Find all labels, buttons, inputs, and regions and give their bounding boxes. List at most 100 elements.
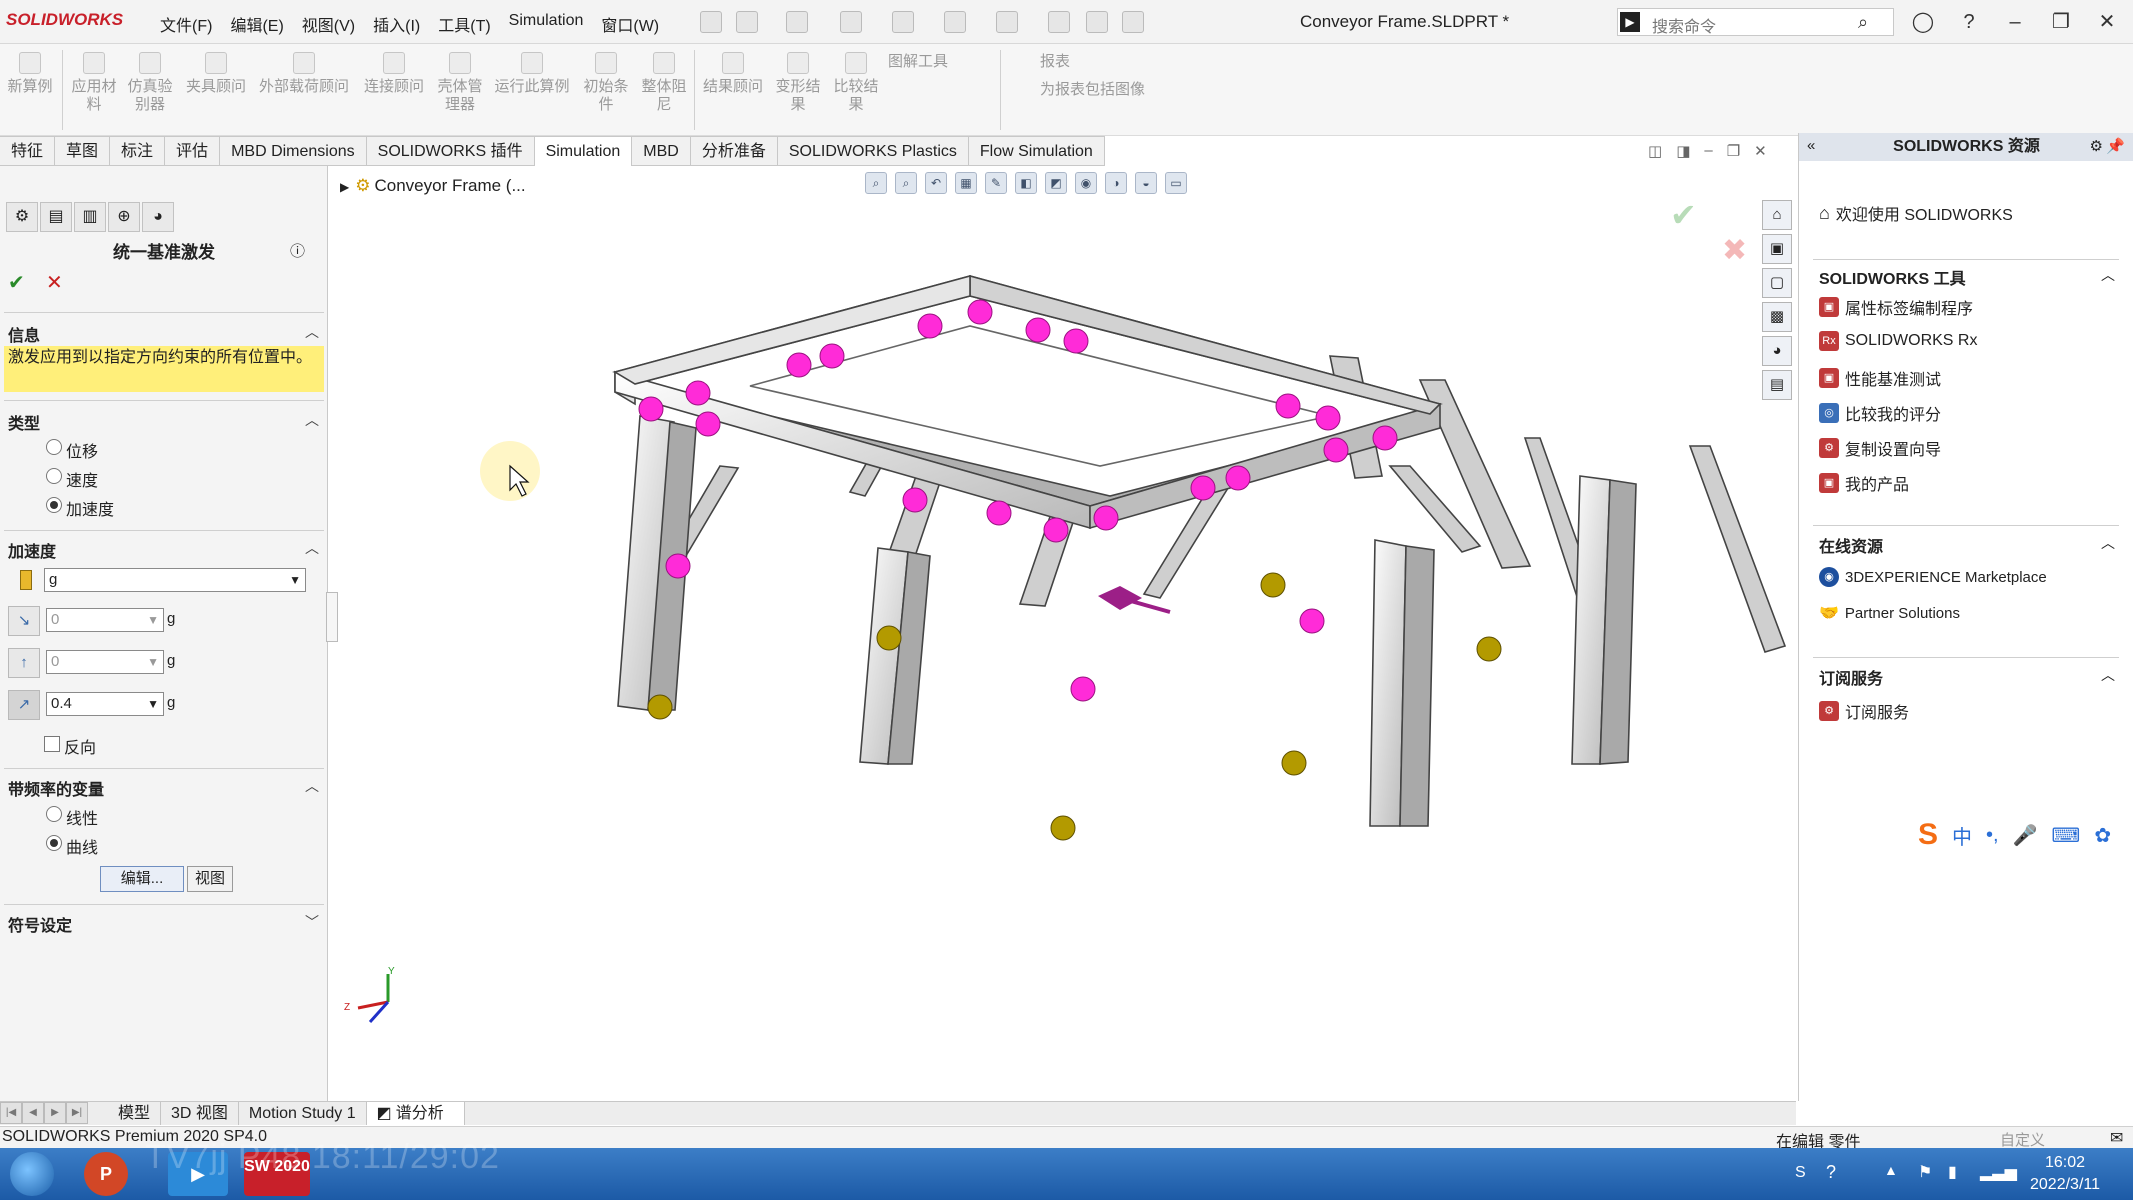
show-hidden-icons[interactable]: ▲ bbox=[1884, 1162, 1898, 1178]
view-palette-icon[interactable]: ▩ bbox=[1762, 302, 1792, 332]
new-document-icon[interactable] bbox=[736, 11, 758, 33]
tab-analysis-prep[interactable]: 分析准备 bbox=[690, 136, 778, 166]
symbol-settings-header[interactable]: 符号设定 bbox=[8, 912, 72, 936]
ime-chinese-mode-icon[interactable]: 中 bbox=[1952, 821, 1972, 850]
collapse-pane-icon[interactable]: « bbox=[1807, 137, 1815, 154]
3dexperience-marketplace-link[interactable]: ◉ 3DEXPERIENCE Marketplace bbox=[1819, 567, 2047, 587]
ok-check-icon[interactable]: ✔ bbox=[8, 270, 25, 295]
help-icon[interactable]: ? bbox=[1954, 8, 1984, 36]
tab-evaluate[interactable]: 评估 bbox=[165, 136, 221, 166]
panel-splitter-handle[interactable] bbox=[326, 592, 338, 642]
network-icon[interactable]: ▂▃▅ bbox=[1980, 1162, 2017, 1182]
copy-settings-wizard-link[interactable]: ⚙ 复制设置向导 bbox=[1819, 436, 1941, 460]
plot-tools-button[interactable]: 图解工具 bbox=[888, 50, 948, 71]
property-manager-icon[interactable]: ▤ bbox=[40, 202, 72, 232]
collapse-chevron-icon[interactable]: ︿ bbox=[305, 322, 319, 342]
tab-motion-study[interactable]: Motion Study 1 bbox=[239, 1102, 367, 1125]
file-properties-icon[interactable] bbox=[1086, 11, 1108, 33]
include-image-button[interactable]: 为报表包括图像 bbox=[1012, 78, 1145, 99]
partner-solutions-link[interactable]: 🤝 Partner Solutions bbox=[1819, 603, 1960, 623]
menu-simulation[interactable]: Simulation bbox=[509, 12, 584, 36]
feature-manager-icon[interactable]: ⚙ bbox=[6, 202, 38, 232]
my-products-link[interactable]: ▣ 我的产品 bbox=[1819, 471, 1909, 495]
collapse-chevron-icon[interactable]: ︿ bbox=[2101, 533, 2115, 553]
tab-simulation[interactable]: Simulation bbox=[534, 136, 633, 166]
minimize-button[interactable]: – bbox=[2000, 8, 2030, 36]
shell-manager-button[interactable]: 壳体管理器 bbox=[432, 52, 488, 114]
feature-tree-root[interactable]: ▶ ⚙ Conveyor Frame (... bbox=[340, 176, 526, 196]
cancel-x-icon[interactable]: ✕ bbox=[46, 270, 63, 295]
apply-material-button[interactable]: 应用材料 bbox=[66, 52, 122, 114]
viewport-split-icon[interactable]: ◫ bbox=[1648, 142, 1662, 160]
compare-score-link[interactable]: ◎ 比较我的评分 bbox=[1819, 401, 1941, 425]
direction-3-icon[interactable]: ↗ bbox=[8, 690, 40, 720]
radio-displacement[interactable] bbox=[46, 439, 62, 455]
pin-icon[interactable]: 📌 bbox=[2106, 137, 2125, 155]
tab-spectrum-analysis[interactable]: ◩ 谱分析 bbox=[366, 1102, 465, 1125]
menu-file[interactable]: 文件(F) bbox=[160, 12, 212, 36]
dynamic-annotation-icon[interactable]: ✎ bbox=[985, 172, 1007, 194]
last-tab-icon[interactable]: ▶| bbox=[66, 1102, 88, 1124]
print-icon[interactable] bbox=[892, 11, 914, 33]
restore-button[interactable]: ❐ bbox=[2046, 8, 2076, 36]
hide-show-items-icon[interactable]: ◉ bbox=[1075, 172, 1097, 194]
menu-view[interactable]: 视图(V) bbox=[302, 12, 355, 36]
ime-microphone-icon[interactable]: 🎤 bbox=[2013, 823, 2038, 848]
undo-icon[interactable] bbox=[944, 11, 966, 33]
configuration-manager-icon[interactable]: ▥ bbox=[74, 202, 106, 232]
subscription-services-link[interactable]: ⚙ 订阅服务 bbox=[1819, 699, 1909, 723]
compare-results-button[interactable]: 比较结果 bbox=[828, 52, 884, 114]
solidworks-rx-link[interactable]: Rx SOLIDWORKS Rx bbox=[1819, 331, 1977, 351]
sogou-tray-icon[interactable]: S bbox=[1795, 1164, 1806, 1182]
view-settings-icon[interactable]: ▭ bbox=[1165, 172, 1187, 194]
welcome-link[interactable]: ⌂ 欢迎使用 SOLIDWORKS bbox=[1819, 201, 2013, 225]
pane-options-gear-icon[interactable]: ⚙ bbox=[2090, 137, 2103, 155]
radio-velocity[interactable] bbox=[46, 468, 62, 484]
results-advisor-button[interactable]: 结果顾问 bbox=[700, 52, 766, 96]
tab-flow-simulation[interactable]: Flow Simulation bbox=[968, 136, 1105, 166]
viewport-minimize-icon[interactable]: – bbox=[1704, 142, 1712, 160]
run-study-button[interactable]: 运行此算例 bbox=[492, 52, 572, 96]
initial-conditions-button[interactable]: 初始条件 bbox=[578, 52, 634, 114]
direction-1-icon[interactable]: ↘ bbox=[8, 606, 40, 636]
fixtures-advisor-button[interactable]: 夹具顾问 bbox=[178, 52, 254, 96]
direction-2-value[interactable]: 0 ▼ bbox=[46, 650, 164, 674]
tab-3d-views[interactable]: 3D 视图 bbox=[161, 1102, 239, 1125]
previous-view-icon[interactable]: ↶ bbox=[925, 172, 947, 194]
zoom-area-icon[interactable]: ⌕ bbox=[895, 172, 917, 194]
confirm-cancel-icon[interactable]: ✖ bbox=[1722, 234, 1747, 267]
user-account-icon[interactable]: ◯ bbox=[1908, 8, 1938, 36]
tab-model[interactable]: 模型 bbox=[108, 1102, 162, 1125]
rebuild-icon[interactable] bbox=[1048, 11, 1070, 33]
menu-tools[interactable]: 工具(T) bbox=[438, 12, 490, 36]
display-manager-icon[interactable]: ◕ bbox=[142, 202, 174, 232]
powerpoint-icon[interactable]: P bbox=[84, 1152, 128, 1196]
close-button[interactable]: ✕ bbox=[2092, 8, 2122, 36]
tab-markup[interactable]: 标注 bbox=[110, 136, 166, 166]
direction-2-icon[interactable]: ↑ bbox=[8, 648, 40, 678]
prev-tab-icon[interactable]: ◀ bbox=[22, 1102, 44, 1124]
home-icon[interactable] bbox=[700, 11, 722, 33]
first-tab-icon[interactable]: |◀ bbox=[0, 1102, 22, 1124]
search-magnifier-icon[interactable]: ⌕ bbox=[1848, 8, 1878, 36]
radio-curve[interactable] bbox=[46, 835, 62, 851]
collapse-chevron-icon[interactable]: ︿ bbox=[2101, 265, 2115, 285]
design-library-icon[interactable]: ▣ bbox=[1762, 234, 1792, 264]
system-clock[interactable]: 16:02 2022/3/11 bbox=[2015, 1152, 2115, 1196]
options-gear-icon[interactable] bbox=[1122, 11, 1144, 33]
custom-properties-icon[interactable]: ▤ bbox=[1762, 370, 1792, 400]
next-tab-icon[interactable]: ▶ bbox=[44, 1102, 66, 1124]
confirm-check-icon[interactable]: ✔ bbox=[1670, 197, 1697, 233]
tab-mbd-dimensions[interactable]: MBD Dimensions bbox=[220, 136, 367, 166]
global-damping-button[interactable]: 整体阻尼 bbox=[636, 52, 692, 114]
customize-status[interactable]: 自定义 bbox=[2000, 1129, 2045, 1150]
zoom-to-fit-icon[interactable]: ⌕ bbox=[865, 172, 887, 194]
connections-advisor-button[interactable]: 连接顾问 bbox=[356, 52, 432, 96]
direction-1-value[interactable]: 0 ▼ bbox=[46, 608, 164, 632]
edit-curve-button[interactable]: 编辑... bbox=[100, 866, 184, 892]
radio-linear[interactable] bbox=[46, 806, 62, 822]
tab-plastics[interactable]: SOLIDWORKS Plastics bbox=[777, 136, 969, 166]
rebuild-status-icon[interactable]: ✉ bbox=[2110, 1128, 2123, 1148]
radio-acceleration[interactable] bbox=[46, 497, 62, 513]
property-tab-builder-link[interactable]: ▣ 属性标签编制程序 bbox=[1819, 295, 1973, 319]
